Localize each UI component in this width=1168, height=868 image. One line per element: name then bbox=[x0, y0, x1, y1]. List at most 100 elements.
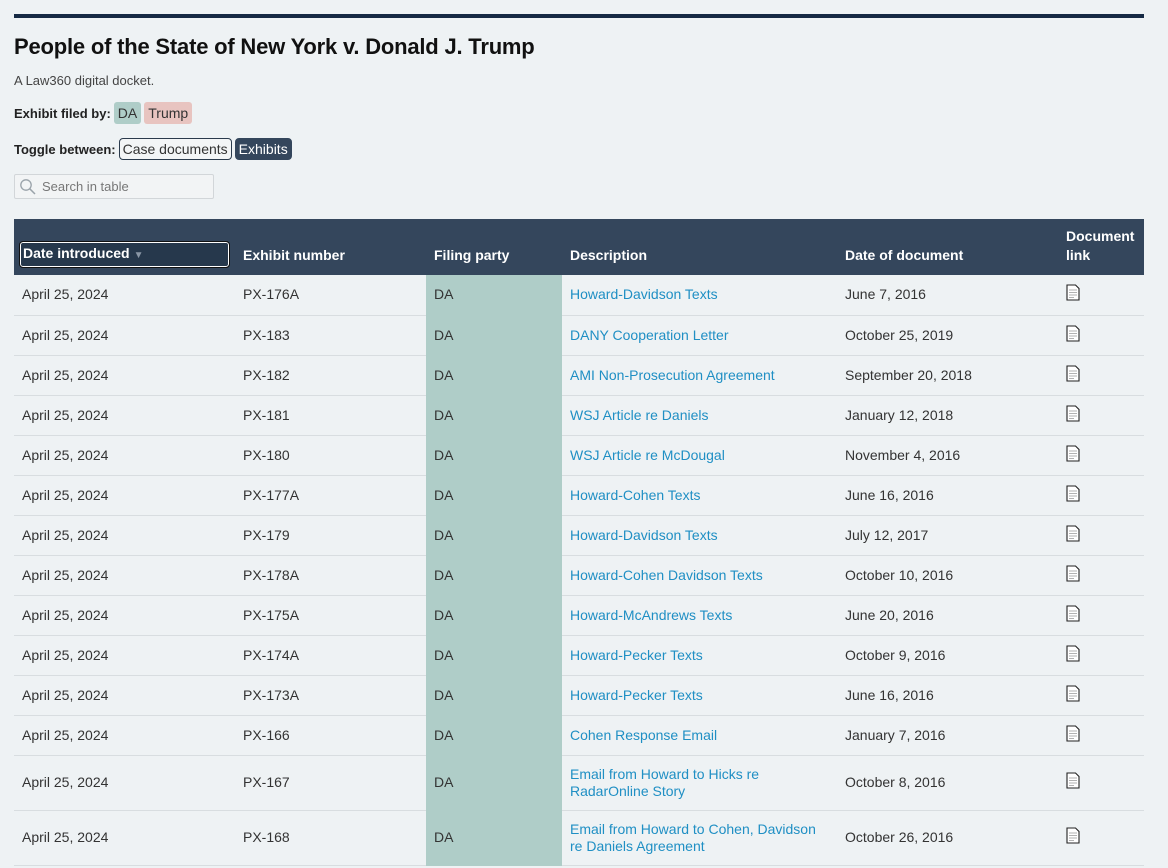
document-icon[interactable] bbox=[1066, 444, 1080, 466]
table-row: April 25, 2024 PX-176A DA Howard-Davidson T… bbox=[14, 275, 1144, 316]
description-link[interactable]: WSJ Article re Daniels bbox=[570, 407, 708, 423]
column-header-description[interactable]: Description bbox=[562, 219, 837, 275]
cell-exhibit-number: PX-173A bbox=[235, 675, 426, 716]
cell-description: Howard-Davidson Texts bbox=[562, 515, 837, 556]
cell-date-of-document: September 20, 2018 bbox=[837, 355, 1058, 396]
description-link[interactable]: Howard-McAndrews Texts bbox=[570, 607, 732, 623]
cell-document-link bbox=[1058, 635, 1144, 676]
cell-exhibit-number: PX-178A bbox=[235, 555, 426, 596]
cell-date-introduced: April 25, 2024 bbox=[14, 475, 235, 516]
table-body: April 25, 2024 PX-176A DA Howard-Davidson T… bbox=[14, 275, 1144, 866]
description-link[interactable]: Howard-Pecker Texts bbox=[570, 647, 703, 663]
cell-date-introduced: April 25, 2024 bbox=[14, 635, 235, 676]
description-link[interactable]: AMI Non-Prosecution Agreement bbox=[570, 367, 775, 383]
view-toggle: Toggle between: Case documents Exhibits bbox=[14, 138, 1144, 160]
table-row: April 25, 2024 PX-178A DA Howard-Cohen Davi… bbox=[14, 555, 1144, 596]
column-header-document-link[interactable]: Document link bbox=[1058, 219, 1144, 275]
cell-filing-party: DA bbox=[426, 810, 562, 866]
table-row: April 25, 2024 PX-177A DA Howard-Cohen Text… bbox=[14, 475, 1144, 516]
cell-filing-party: DA bbox=[426, 515, 562, 556]
cell-date-of-document: January 7, 2016 bbox=[837, 715, 1058, 756]
cell-filing-party: DA bbox=[426, 715, 562, 756]
cell-date-introduced: April 25, 2024 bbox=[14, 355, 235, 396]
document-icon[interactable] bbox=[1066, 364, 1080, 386]
cell-filing-party: DA bbox=[426, 435, 562, 476]
cell-date-introduced: April 25, 2024 bbox=[14, 595, 235, 636]
table-row: April 25, 2024 PX-183 DA DANY Cooperation L… bbox=[14, 315, 1144, 356]
cell-date-of-document: October 8, 2016 bbox=[837, 755, 1058, 811]
table-row: April 25, 2024 PX-180 DA WSJ Article re McD… bbox=[14, 435, 1144, 476]
description-link[interactable]: Howard-Cohen Davidson Texts bbox=[570, 567, 763, 583]
document-icon[interactable] bbox=[1066, 827, 1080, 848]
cell-filing-party: DA bbox=[426, 355, 562, 396]
description-link[interactable]: Howard-Davidson Texts bbox=[570, 527, 718, 543]
table-header-row: Date introduced ▼ Exhibit number Filing p… bbox=[14, 219, 1144, 275]
document-icon[interactable] bbox=[1066, 604, 1080, 626]
description-link[interactable]: Howard-Cohen Texts bbox=[570, 487, 700, 503]
cell-exhibit-number: PX-167 bbox=[235, 755, 426, 811]
description-link[interactable]: WSJ Article re McDougal bbox=[570, 447, 725, 463]
document-icon[interactable] bbox=[1066, 284, 1080, 305]
cell-description: Email from Howard to Hicks re RadarOnlin… bbox=[562, 755, 837, 811]
cell-date-of-document: June 7, 2016 bbox=[837, 275, 1058, 316]
document-icon[interactable] bbox=[1066, 404, 1080, 426]
cell-filing-party: DA bbox=[426, 595, 562, 636]
cell-date-of-document: July 12, 2017 bbox=[837, 515, 1058, 556]
column-header-filing-party[interactable]: Filing party bbox=[426, 219, 562, 275]
search-icon bbox=[20, 178, 36, 195]
table-row: April 25, 2024 PX-174A DA Howard-Pecker Tex… bbox=[14, 635, 1144, 676]
cell-exhibit-number: PX-181 bbox=[235, 395, 426, 436]
description-link[interactable]: Email from Howard to Hicks re RadarOnlin… bbox=[570, 766, 759, 799]
cell-date-introduced: April 25, 2024 bbox=[14, 675, 235, 716]
document-icon[interactable] bbox=[1066, 644, 1080, 666]
cell-description: DANY Cooperation Letter bbox=[562, 315, 837, 356]
page: People of the State of New York v. Donal… bbox=[14, 14, 1144, 866]
cell-filing-party: DA bbox=[426, 755, 562, 811]
description-link[interactable]: DANY Cooperation Letter bbox=[570, 327, 729, 343]
exhibits-table: Date introduced ▼ Exhibit number Filing p… bbox=[14, 219, 1144, 866]
cell-description: Howard-Cohen Texts bbox=[562, 475, 837, 516]
document-icon[interactable] bbox=[1066, 324, 1080, 346]
cell-document-link bbox=[1058, 755, 1144, 811]
document-icon[interactable] bbox=[1066, 484, 1080, 506]
cell-document-link bbox=[1058, 315, 1144, 356]
description-link[interactable]: Cohen Response Email bbox=[570, 727, 717, 743]
column-header-label: Date introduced bbox=[23, 245, 130, 261]
document-icon[interactable] bbox=[1066, 564, 1080, 586]
cell-exhibit-number: PX-174A bbox=[235, 635, 426, 676]
cell-date-introduced: April 25, 2024 bbox=[14, 715, 235, 756]
cell-exhibit-number: PX-180 bbox=[235, 435, 426, 476]
cell-date-introduced: April 25, 2024 bbox=[14, 395, 235, 436]
cell-filing-party: DA bbox=[426, 475, 562, 516]
description-link[interactable]: Howard-Pecker Texts bbox=[570, 687, 703, 703]
description-link[interactable]: Email from Howard to Cohen, Davidson re … bbox=[570, 821, 816, 854]
cell-exhibit-number: PX-166 bbox=[235, 715, 426, 756]
document-icon[interactable] bbox=[1066, 772, 1080, 793]
cell-description: AMI Non-Prosecution Agreement bbox=[562, 355, 837, 396]
cell-description: Howard-Pecker Texts bbox=[562, 675, 837, 716]
cell-date-introduced: April 25, 2024 bbox=[14, 810, 235, 866]
cell-document-link bbox=[1058, 810, 1144, 866]
cell-document-link bbox=[1058, 395, 1144, 436]
toggle-exhibits-button[interactable]: Exhibits bbox=[234, 138, 292, 160]
document-icon[interactable] bbox=[1066, 684, 1080, 706]
cell-filing-party: DA bbox=[426, 315, 562, 356]
document-icon[interactable] bbox=[1066, 724, 1080, 746]
search-input[interactable] bbox=[42, 179, 212, 194]
cell-date-introduced: April 25, 2024 bbox=[14, 275, 235, 316]
cell-document-link bbox=[1058, 275, 1144, 316]
toggle-case-documents-button[interactable]: Case documents bbox=[118, 138, 232, 160]
description-link[interactable]: Howard-Davidson Texts bbox=[570, 286, 718, 302]
column-header-date-of-document[interactable]: Date of document bbox=[837, 219, 1058, 275]
cell-description: Cohen Response Email bbox=[562, 715, 837, 756]
column-header-date-introduced[interactable]: Date introduced ▼ bbox=[14, 219, 235, 275]
table-row: April 25, 2024 PX-182 DA AMI Non-Prosecutio… bbox=[14, 355, 1144, 396]
page-subtitle: A Law360 digital docket. bbox=[14, 73, 155, 88]
cell-date-of-document: October 10, 2016 bbox=[837, 555, 1058, 596]
cell-date-of-document: June 16, 2016 bbox=[837, 675, 1058, 716]
cell-date-of-document: January 12, 2018 bbox=[837, 395, 1058, 436]
column-header-exhibit-number[interactable]: Exhibit number bbox=[235, 219, 426, 275]
cell-description: Howard-Cohen Davidson Texts bbox=[562, 555, 837, 596]
document-icon[interactable] bbox=[1066, 524, 1080, 546]
cell-exhibit-number: PX-175A bbox=[235, 595, 426, 636]
